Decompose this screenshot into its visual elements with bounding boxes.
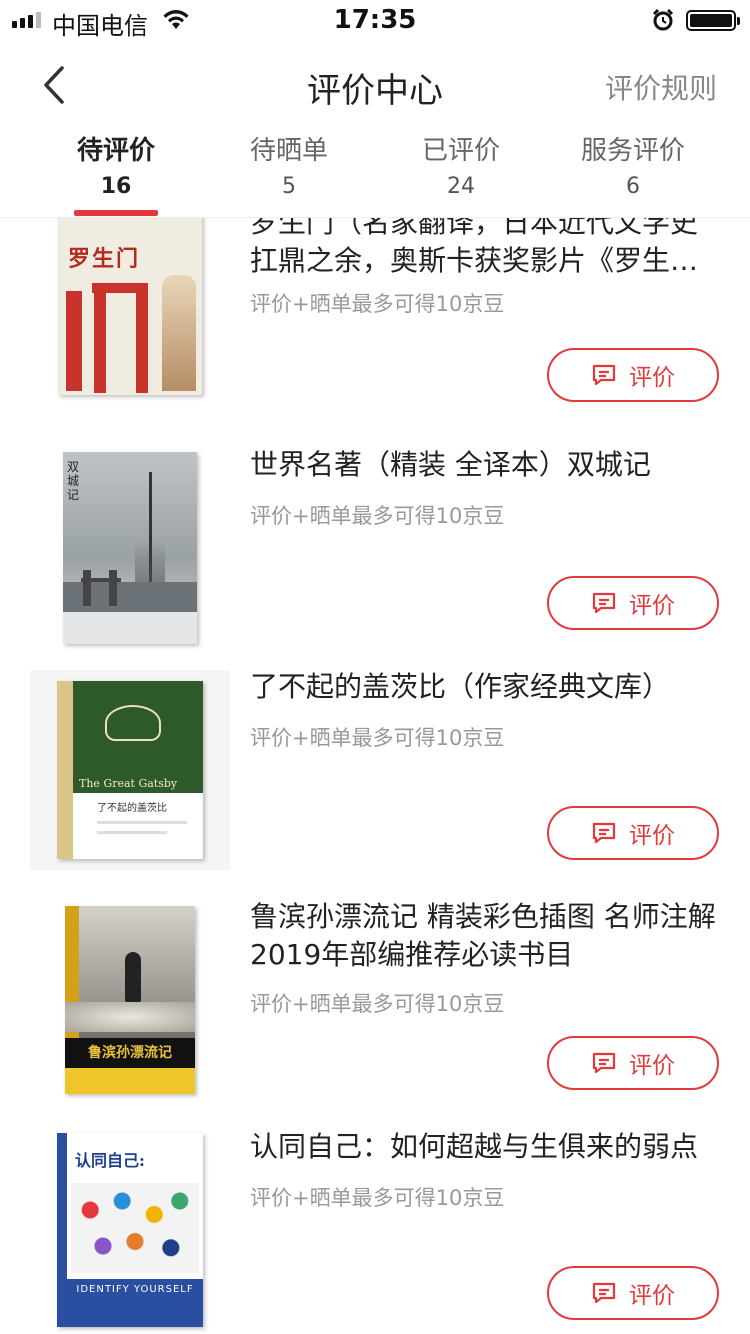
reward-hint: 评价+晒单最多可得10京豆 [250,292,505,316]
tab-reviewed[interactable]: 已评价 24 [416,132,506,204]
tab-count: 16 [100,174,132,199]
review-button-label: 评价 [629,1283,675,1309]
status-bar: 中国电信 17:35 [0,0,750,40]
tab-bar: 待评价 16 待晒单 5 已评价 24 服务评价 6 [0,132,750,218]
clock: 17:35 [333,5,417,35]
tab-service-review[interactable]: 服务评价 6 [578,132,688,204]
reward-hint: 评价+晒单最多可得10京豆 [250,992,505,1016]
cover-title: 罗生门 [68,246,141,272]
review-button[interactable]: 评价 [547,576,719,630]
cover-title: 鲁滨孙漂流记 [65,1038,195,1068]
cover-title: 双城记 [67,460,80,502]
book-cover[interactable]: The Great Gatsby 了不起的盖茨比 [30,670,230,870]
review-button-label: 评价 [629,593,675,619]
cover-title: 认同自己: [75,1151,145,1170]
product-title[interactable]: 鲁滨孙漂流记 精装彩色插图 名师注解 2019年部编推荐必读书目 [250,898,720,974]
cover-title: 了不起的盖茨比 [97,803,167,814]
cover-subtitle: IDENTIFY YOURSELF [67,1279,203,1327]
reward-hint: 评价+晒单最多可得10京豆 [250,726,505,750]
tab-pending-share[interactable]: 待晒单 5 [244,132,334,204]
book-cover[interactable]: 鲁滨孙漂流记 [30,900,230,1100]
review-button[interactable]: 评价 [547,348,719,402]
tab-pending-review[interactable]: 待评价 16 [74,132,158,216]
review-button[interactable]: 评价 [547,1036,719,1090]
reward-hint: 评价+晒单最多可得10京豆 [250,504,505,528]
list-item: 鲁滨孙漂流记 鲁滨孙漂流记 精装彩色插图 名师注解 2019年部编推荐必读书目 … [0,900,750,1130]
product-list: 罗生门 罗生门（名家翻译，日本近代文学史扛鼎之余，奥斯卡获奖影片《罗生门》原著）… [0,218,750,1334]
reward-hint: 评价+晒单最多可得10京豆 [250,1186,505,1210]
review-button[interactable]: 评价 [547,806,719,860]
review-button[interactable]: 评价 [547,1266,719,1320]
book-cover[interactable]: 罗生门 [30,218,230,400]
review-rules-link[interactable]: 评价规则 [605,67,717,107]
comment-icon [592,1282,616,1304]
list-item: 罗生门 罗生门（名家翻译，日本近代文学史扛鼎之余，奥斯卡获奖影片《罗生门》原著）… [0,218,750,430]
battery-icon [686,10,740,31]
cover-subtitle: The Great Gatsby [79,777,178,790]
review-button-label: 评价 [629,1053,675,1079]
tab-label: 待晒单 [249,136,328,166]
book-cover[interactable]: 认同自己: IDENTIFY YOURSELF [30,1130,230,1330]
active-tab-indicator [74,210,158,216]
list-item: The Great Gatsby 了不起的盖茨比 了不起的盖茨比（作家经典文库）… [0,670,750,900]
nav-bar: 评价中心 评价规则 [0,40,750,130]
comment-icon [592,1052,616,1074]
product-title[interactable]: 世界名著（精装 全译本）双城记 [250,446,720,484]
tab-label: 待评价 [76,136,155,166]
tab-count: 6 [626,174,640,199]
review-button-label: 评价 [629,365,675,391]
alarm-icon [652,8,674,31]
comment-icon [592,822,616,844]
tab-label: 已评价 [421,136,500,166]
tab-count: 5 [282,174,296,199]
comment-icon [592,592,616,614]
list-item: 认同自己: IDENTIFY YOURSELF 认同自己：如何超越与生俱来的弱点… [0,1130,750,1334]
product-title[interactable]: 认同自己：如何超越与生俱来的弱点 [250,1128,720,1166]
product-title[interactable]: 了不起的盖茨比（作家经典文库） [250,668,720,706]
tab-label: 服务评价 [580,136,685,166]
book-cover[interactable]: 双城记 [30,448,230,648]
tab-count: 24 [447,174,475,199]
product-title[interactable]: 罗生门（名家翻译，日本近代文学史扛鼎之余，奥斯卡获奖影片《罗生门》原著） [250,218,720,280]
review-button-label: 评价 [629,823,675,849]
list-item: 双城记 世界名著（精装 全译本）双城记 评价+晒单最多可得10京豆 评价 [0,448,750,678]
comment-icon [592,364,616,386]
